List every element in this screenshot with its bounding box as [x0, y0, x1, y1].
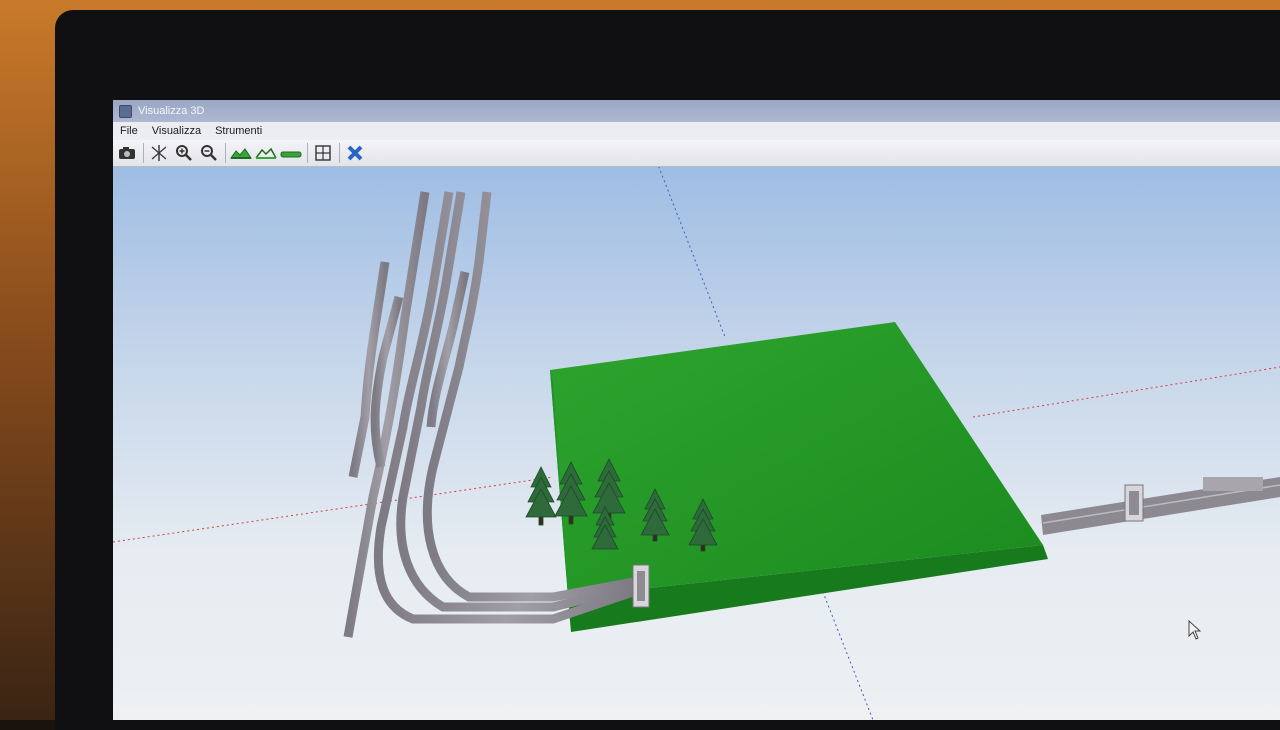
tunnel-portal-left [632, 564, 650, 608]
tree [525, 466, 557, 526]
menu-bar: File Visualizza Strumenti [113, 122, 1280, 140]
toolbar [113, 140, 1280, 167]
axis-y [658, 167, 726, 338]
zoom-out-icon[interactable] [197, 142, 221, 164]
axis-x [113, 476, 554, 543]
toolbar-separator [339, 143, 340, 163]
camera-icon[interactable] [115, 142, 139, 164]
toolbar-separator [225, 143, 226, 163]
terrain-icon[interactable] [229, 142, 253, 164]
close-icon[interactable] [343, 142, 367, 164]
title-bar: Visualizza 3D [113, 100, 1280, 122]
toolbar-separator [307, 143, 308, 163]
3d-viewport[interactable] [113, 167, 1280, 720]
app-icon [119, 104, 132, 118]
axes-icon[interactable] [147, 142, 171, 164]
menu-strumenti[interactable]: Strumenti [208, 125, 269, 137]
terrain-wire-icon[interactable] [254, 142, 278, 164]
track-right [1041, 477, 1280, 535]
menu-file[interactable]: File [113, 125, 145, 137]
application-window: Visualizza 3D File Visualizza Strumenti [113, 100, 1280, 720]
axis-y-lower [820, 586, 874, 720]
scene-canvas [113, 167, 1280, 720]
toolbar-separator [143, 143, 144, 163]
window-title: Visualizza 3D [138, 105, 205, 117]
mouse-cursor-icon [1188, 620, 1202, 640]
zoom-in-icon[interactable] [172, 142, 196, 164]
flat-terrain-icon[interactable] [279, 142, 303, 164]
axis-x-right [972, 366, 1280, 418]
menu-visualizza[interactable]: Visualizza [145, 125, 208, 137]
grid-icon[interactable] [311, 142, 335, 164]
